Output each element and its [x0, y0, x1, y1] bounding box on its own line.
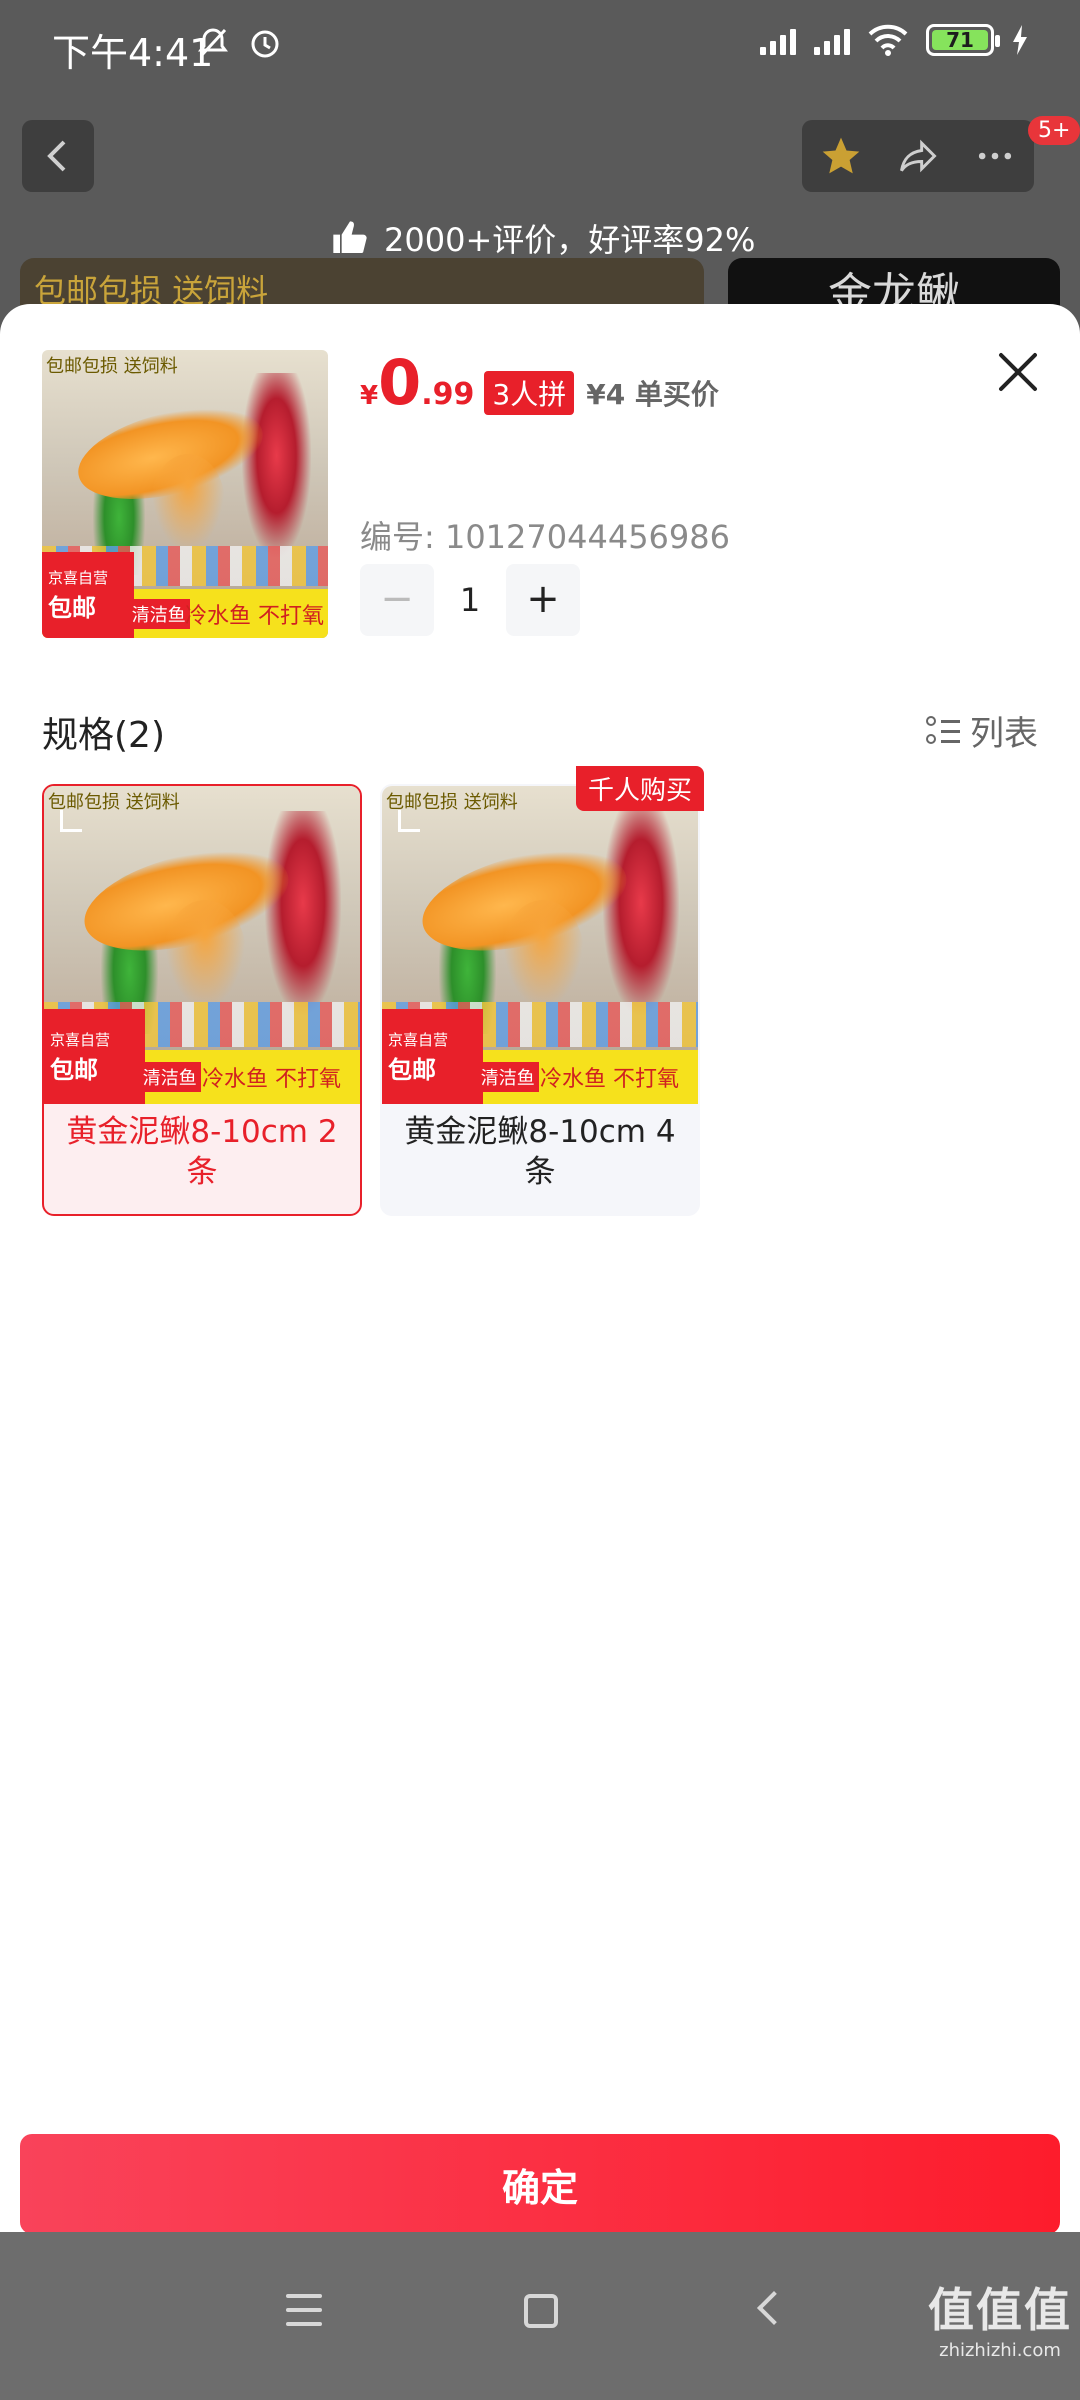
- spec-option-image: 包邮包损 送饲料 京喜自营 包邮 清洁鱼 冷水鱼 不打氧: [382, 786, 698, 1104]
- image-strip: 京喜自营 包邮 清洁鱼 冷水鱼 不打氧: [44, 1009, 360, 1104]
- spec-option[interactable]: 包邮包损 送饲料 京喜自营 包邮 清洁鱼 冷水鱼 不打氧 黄金泥鳅8-10cm …: [42, 784, 362, 1216]
- wifi-icon: [868, 24, 908, 56]
- top-actions: [802, 120, 1034, 192]
- notification-badge: 5+: [1028, 116, 1080, 145]
- price-integer: 0: [378, 346, 422, 419]
- increase-button[interactable]: +: [506, 564, 580, 636]
- close-button[interactable]: [996, 350, 1040, 394]
- price-symbol: ¥: [360, 381, 379, 411]
- image-strip-text-1: 清洁鱼: [127, 598, 190, 629]
- jd-tag: 京喜自营 包邮: [44, 1009, 146, 1104]
- quantity-value[interactable]: 1: [434, 581, 506, 619]
- spec-option[interactable]: 包邮包损 送饲料 京喜自营 包邮 清洁鱼 冷水鱼 不打氧 黄金泥鳅8-10cm …: [380, 784, 700, 1216]
- back-button[interactable]: [22, 120, 94, 192]
- battery-level: 71: [932, 30, 988, 50]
- spec-bottom-sheet: 包邮包损 送饲料 京喜自营 包邮 清洁鱼 冷水鱼 不打氧 ¥ 0 .99 3人拼…: [0, 304, 1080, 2234]
- spec-option-image: 包邮包损 送饲料 京喜自营 包邮 清洁鱼 冷水鱼 不打氧: [44, 786, 360, 1104]
- watermark-logo: 值值值: [928, 2283, 1072, 2337]
- jd-tag-big: 包邮: [50, 1055, 98, 1084]
- group-buy-tag: 3人拼: [484, 371, 575, 415]
- image-strip-text-2: 冷水鱼 不打氧: [202, 1066, 341, 1092]
- status-right: 71: [760, 24, 1028, 56]
- back-icon[interactable]: [757, 2291, 791, 2325]
- image-plant: [242, 373, 311, 558]
- image-tag-top: 包邮包损 送饲料: [46, 356, 178, 377]
- image-strip-text-2: 冷水鱼 不打氧: [540, 1066, 679, 1092]
- status-bar: 下午4:41 71: [0, 0, 1080, 92]
- image-fish: [150, 453, 226, 552]
- price-decimal: .99: [421, 377, 475, 412]
- single-price: ¥4 单买价: [586, 378, 719, 411]
- image-strip-text-1: 清洁鱼: [476, 1061, 539, 1092]
- bell-off-icon: [198, 28, 228, 58]
- quantity-stepper: − 1 +: [360, 564, 580, 636]
- image-strip: 京喜自营 包邮 清洁鱼 冷水鱼 不打氧: [382, 1009, 698, 1104]
- product-main-image[interactable]: 包邮包损 送饲料 京喜自营 包邮 清洁鱼 冷水鱼 不打氧: [42, 350, 328, 638]
- watermark-url: zhizhizhi.com: [939, 2340, 1061, 2361]
- share-icon[interactable]: [896, 134, 940, 178]
- image-plant: [265, 811, 342, 1015]
- signal-hd-icon: [814, 25, 850, 55]
- price-row: ¥ 0 .99 3人拼 ¥4 单买价: [360, 352, 719, 415]
- jd-tag: 京喜自营 包邮: [42, 552, 134, 638]
- thumbs-up-icon: [333, 221, 367, 253]
- background-banner-right: 金龙鳅: [728, 258, 1060, 320]
- watermark: 值值值 zhizhizhi.com: [928, 2274, 1072, 2361]
- chevron-left-icon: [47, 140, 66, 172]
- signal-icon: [760, 25, 796, 55]
- image-fish: [164, 900, 247, 1009]
- spec-option-label: 黄金泥鳅8-10cm 2条: [66, 1114, 338, 1190]
- battery-icon: 71: [926, 24, 1000, 56]
- image-strip: 京喜自营 包邮 清洁鱼 冷水鱼 不打氧: [42, 552, 328, 638]
- spec-option-label: 黄金泥鳅8-10cm 4条: [404, 1114, 676, 1190]
- decrease-button[interactable]: −: [360, 564, 434, 636]
- jd-tag-small: 京喜自营: [50, 1030, 111, 1049]
- product-code: 编号: 10127044456986: [360, 518, 730, 556]
- charging-icon: [1013, 25, 1027, 55]
- image-strip-text-2: 冷水鱼 不打氧: [185, 603, 324, 629]
- jd-tag-big: 包邮: [48, 594, 96, 623]
- expand-icon[interactable]: [60, 810, 82, 832]
- list-view-toggle[interactable]: 列表: [926, 706, 1038, 755]
- alarm-icon: [251, 30, 279, 58]
- menu-icon[interactable]: [286, 2294, 322, 2328]
- more-icon[interactable]: [973, 134, 1017, 178]
- list-toggle-label: 列表: [970, 714, 1038, 754]
- popular-tag: 千人购买: [576, 766, 705, 811]
- jd-tag-small: 京喜自营: [388, 1030, 449, 1049]
- home-icon[interactable]: [524, 2294, 558, 2328]
- image-strip-text-1: 清洁鱼: [138, 1061, 201, 1092]
- rating-text: 2000+评价，好评率92%: [384, 221, 756, 259]
- list-icon: [926, 714, 960, 748]
- confirm-button[interactable]: 确定: [20, 2134, 1060, 2234]
- jd-tag-small: 京喜自营: [48, 569, 109, 588]
- system-nav-bar: 值值值 zhizhizhi.com: [0, 2232, 1080, 2400]
- expand-icon[interactable]: [398, 810, 420, 832]
- status-icons: [196, 26, 282, 60]
- star-icon[interactable]: [819, 134, 863, 178]
- jd-tag-big: 包邮: [388, 1055, 436, 1084]
- background-banner-left: 包邮包损 送饲料: [20, 258, 704, 310]
- jd-tag: 京喜自营 包邮: [382, 1009, 484, 1104]
- status-time: 下午4:41: [52, 31, 214, 75]
- image-fish: [502, 900, 585, 1009]
- image-plant: [603, 811, 680, 1015]
- spec-title: 规格(2): [42, 715, 165, 756]
